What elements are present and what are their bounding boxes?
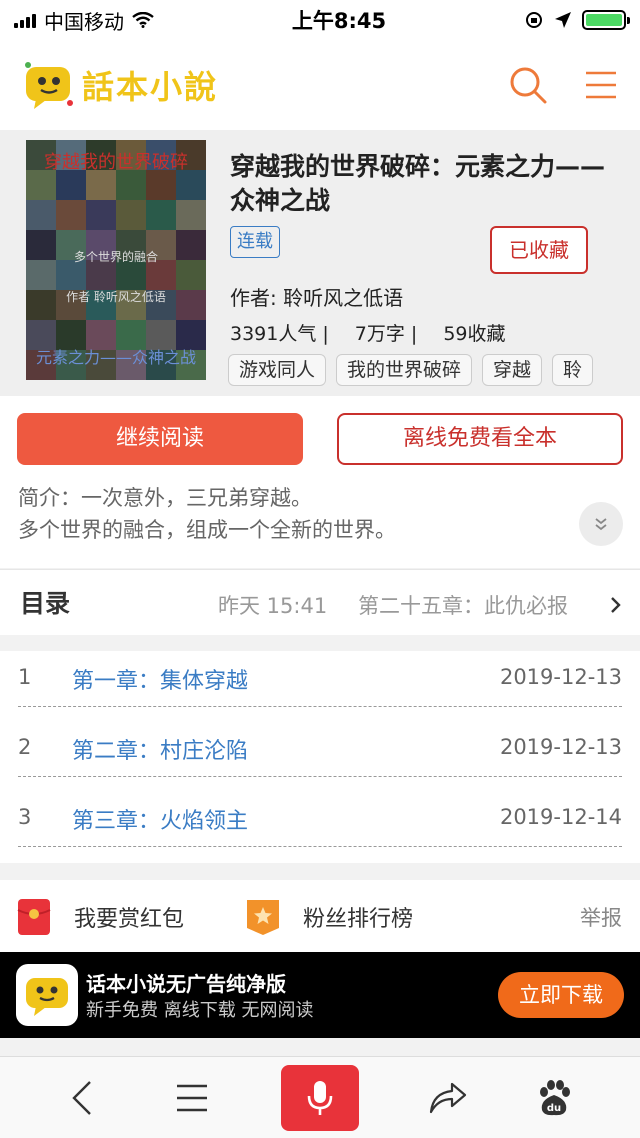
expand-intro-button[interactable] <box>579 502 623 546</box>
catalog-header[interactable]: 目录 昨天 15:41 第二十五章：此仇必报 <box>0 569 640 635</box>
chevron-left-icon <box>72 1081 91 1115</box>
red-packet-icon <box>17 899 51 935</box>
ranking-badge-icon <box>247 900 279 935</box>
chapter-number: 3 <box>18 805 32 829</box>
popularity-count: 3391人气 | <box>230 323 329 345</box>
download-now-button[interactable]: 立即下载 <box>498 972 624 1018</box>
intro-line: 简介：一次意外，三兄弟穿越。 <box>18 486 312 510</box>
favorites-count: 59收藏 <box>443 323 506 345</box>
logo-text: 話本小說 <box>82 68 219 106</box>
browser-toolbar: du <box>0 1056 640 1138</box>
catalog-title: 目录 <box>20 589 71 618</box>
baidu-paw-icon: du <box>540 1080 570 1116</box>
tag-chip[interactable]: 我的世界破碎 <box>336 354 473 386</box>
chapter-row[interactable]: 1 第一章：集体穿越 2019-12-13 <box>18 651 622 707</box>
tag-chip[interactable]: 游戏同人 <box>228 354 327 386</box>
svg-text:du: du <box>547 1103 561 1114</box>
book-info-panel: 穿越我的世界破碎 多个世界的融合 作者 聆听风之低语 元素之力——众神之战 穿越… <box>0 130 640 396</box>
continue-reading-button[interactable]: 继续阅读 <box>17 413 303 465</box>
red-packet-button[interactable]: 我要赏红包 <box>16 898 184 936</box>
update-time: 昨天 15:41 <box>218 594 328 618</box>
tag-chip[interactable]: 穿越 <box>482 354 543 386</box>
intro-line: 多个世界的融合，组成一个全新的世界。 <box>18 518 396 542</box>
hamburger-icon <box>177 1084 207 1112</box>
clock: 上午8:45 <box>291 9 387 33</box>
battery-icon <box>581 10 630 30</box>
app-icon <box>16 964 78 1026</box>
banner-title: 话本小说无广告纯净版 <box>86 972 286 996</box>
chapter-date: 2019-12-14 <box>499 805 622 829</box>
location-icon <box>554 12 571 28</box>
chapter-title[interactable]: 第二章：村庄沦陷 <box>72 733 248 765</box>
reward-bar: 我要赏红包 粉丝排行榜 举报 <box>0 880 640 952</box>
book-intro: 简介：一次意外，三兄弟穿越。 多个世界的融合，组成一个全新的世界。 <box>18 482 558 546</box>
carrier-label: 中国移动 <box>44 9 124 34</box>
cover-subtitle: 元素之力——众神之战 <box>35 348 196 367</box>
actions-panel: 继续阅读 离线免费看全本 简介：一次意外，三兄弟穿越。 多个世界的融合，组成一个… <box>0 396 640 568</box>
red-packet-label: 我要赏红包 <box>74 907 185 932</box>
chapter-row[interactable]: 2 第二章：村庄沦陷 2019-12-13 <box>18 721 622 777</box>
banner-subtitle: 新手免费 离线下载 无网阅读 <box>86 1000 314 1021</box>
app-download-banner[interactable]: 话本小说无广告纯净版 新手免费 离线下载 无网阅读 立即下载 <box>0 952 640 1038</box>
book-cover[interactable]: 穿越我的世界破碎 多个世界的融合 作者 聆听风之低语 元素之力——众神之战 <box>26 140 206 380</box>
chapter-list: 1 第一章：集体穿越 2019-12-13 2 第二章：村庄沦陷 2019-12… <box>0 651 640 863</box>
baidu-button[interactable]: du <box>514 1057 594 1138</box>
chapter-row[interactable]: 3 第三章：火焰领主 2019-12-14 <box>18 791 622 847</box>
wifi-icon <box>132 12 154 28</box>
book-title: 穿越我的世界破碎：元素之力——众神之战 <box>230 152 606 215</box>
chapter-date: 2019-12-13 <box>499 665 622 689</box>
cover-author: 作者 聆听风之低语 <box>66 290 166 304</box>
status-bar: 中国移动 上午8:45 <box>0 0 640 40</box>
voice-search-button[interactable] <box>281 1065 359 1131</box>
word-count: 7万字 | <box>354 323 418 345</box>
fan-rank-label: 粉丝排行榜 <box>303 907 414 932</box>
book-stats: 3391人气 | 7万字 | 59收藏 <box>230 319 506 346</box>
back-button[interactable] <box>42 1057 122 1138</box>
tag-list: 游戏同人 我的世界破碎 穿越 聆 <box>228 354 640 388</box>
serial-status-badge: 连载 <box>230 226 280 258</box>
chapter-title[interactable]: 第一章：集体穿越 <box>72 663 248 695</box>
chapter-title[interactable]: 第三章：火焰领主 <box>72 803 248 835</box>
chapter-date: 2019-12-13 <box>499 735 622 759</box>
collected-button[interactable]: 已收藏 <box>490 226 588 274</box>
app-logo-icon <box>26 978 68 1016</box>
share-button[interactable] <box>408 1057 488 1138</box>
menu-button[interactable] <box>152 1057 232 1138</box>
menu-icon[interactable] <box>584 70 618 100</box>
microphone-icon <box>307 1081 333 1115</box>
signal-icon <box>14 12 36 28</box>
app-header: 話本小說 <box>0 40 640 130</box>
chapter-number: 1 <box>18 665 32 689</box>
logo[interactable]: 話本小說 <box>22 59 218 111</box>
orientation-lock-icon <box>525 12 542 28</box>
fan-rank-button[interactable]: 粉丝排行榜 <box>245 898 413 936</box>
tag-chip[interactable]: 聆 <box>552 354 594 386</box>
latest-chapter[interactable]: 第二十五章：此仇必报 <box>358 590 568 620</box>
chapter-number: 2 <box>18 735 32 759</box>
search-icon[interactable] <box>508 65 548 105</box>
chevron-right-icon[interactable] <box>610 596 622 614</box>
cover-title: 穿越我的世界破碎 <box>44 152 188 173</box>
offline-free-read-button[interactable]: 离线免费看全本 <box>337 413 623 465</box>
cover-text: 多个世界的融合 <box>73 250 158 264</box>
book-author[interactable]: 作者: 聆听风之低语 <box>230 282 403 311</box>
share-arrow-icon <box>429 1082 467 1114</box>
logo-icon <box>25 62 73 109</box>
double-chevron-down-icon <box>595 518 607 531</box>
report-link[interactable]: 举报 <box>580 902 622 932</box>
